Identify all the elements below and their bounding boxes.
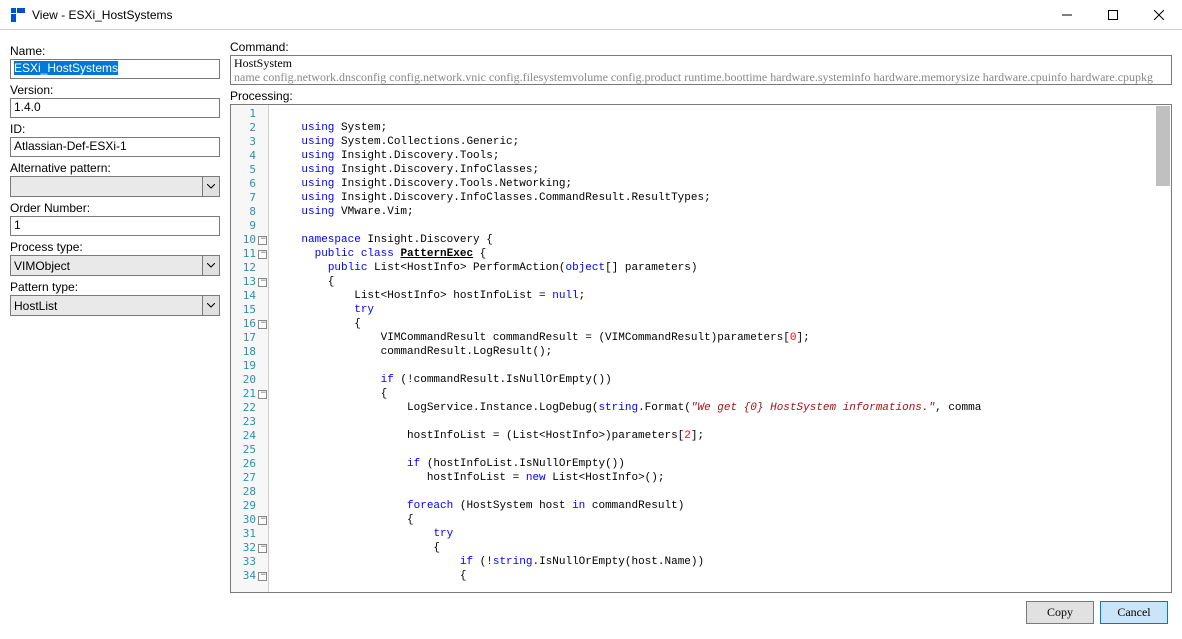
command-line1: HostSystem: [234, 56, 1168, 70]
code-editor[interactable]: 1234567891011121314151617181920212223242…: [230, 104, 1172, 593]
name-input[interactable]: ESXi_HostSystems: [10, 59, 220, 79]
altpattern-label: Alternative pattern:: [10, 161, 220, 175]
chevron-down-icon: [202, 177, 219, 196]
app-icon: [10, 7, 26, 23]
id-label: ID:: [10, 122, 220, 136]
pattype-label: Pattern type:: [10, 280, 220, 294]
chevron-down-icon: [202, 296, 219, 315]
proctype-combo[interactable]: VIMObject: [10, 255, 220, 276]
code-body[interactable]: using System; using System.Collections.G…: [269, 105, 1171, 592]
minimize-button[interactable]: [1044, 0, 1090, 30]
cancel-button[interactable]: Cancel: [1100, 601, 1168, 624]
chevron-down-icon: [202, 256, 219, 275]
form-panel: Name: ESXi_HostSystems Version: 1.4.0 ID…: [10, 40, 230, 593]
order-input[interactable]: 1: [10, 216, 220, 236]
code-gutter: 1234567891011121314151617181920212223242…: [231, 105, 269, 592]
command-textbox[interactable]: HostSystem name config.network.dnsconfig…: [230, 55, 1172, 85]
processing-label: Processing:: [230, 89, 1172, 103]
content-area: Name: ESXi_HostSystems Version: 1.4.0 ID…: [0, 30, 1182, 593]
order-label: Order Number:: [10, 201, 220, 215]
pattype-combo[interactable]: HostList: [10, 295, 220, 316]
right-panel: Command: HostSystem name config.network.…: [230, 40, 1172, 593]
id-input[interactable]: Atlassian-Def-ESXi-1: [10, 137, 220, 157]
title-bar: View - ESXi_HostSystems: [0, 0, 1182, 30]
copy-button[interactable]: Copy: [1026, 601, 1094, 624]
version-label: Version:: [10, 83, 220, 97]
maximize-button[interactable]: [1090, 0, 1136, 30]
version-input[interactable]: 1.4.0: [10, 98, 220, 118]
proctype-label: Process type:: [10, 240, 220, 254]
command-label: Command:: [230, 40, 1172, 54]
name-label: Name:: [10, 44, 220, 58]
dialog-footer: Copy Cancel: [0, 593, 1182, 639]
vertical-scrollbar-thumb[interactable]: [1156, 106, 1170, 186]
command-line2: name config.network.dnsconfig config.net…: [234, 70, 1168, 84]
window-title: View - ESXi_HostSystems: [32, 8, 173, 22]
altpattern-combo[interactable]: [10, 176, 220, 197]
close-button[interactable]: [1136, 0, 1182, 30]
